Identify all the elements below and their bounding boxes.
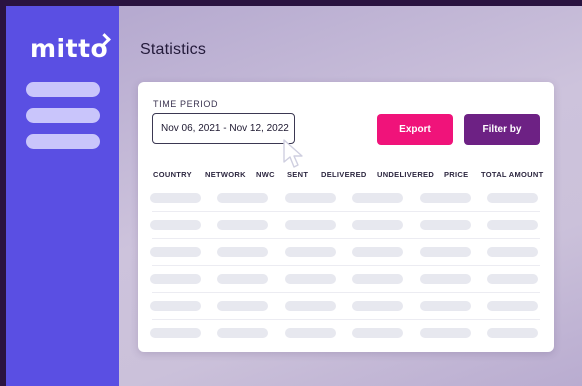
placeholder-cell (352, 193, 403, 203)
row-divider (152, 292, 540, 293)
placeholder-cell (285, 247, 336, 257)
column-header-network[interactable]: NETWORK (205, 170, 246, 179)
placeholder-cell (487, 328, 538, 338)
placeholder-cell (352, 220, 403, 230)
placeholder-cell (217, 220, 268, 230)
sidebar-item-3[interactable] (26, 134, 100, 149)
placeholder-cell (420, 301, 471, 311)
placeholder-cell (352, 328, 403, 338)
placeholder-cell (150, 247, 201, 257)
placeholder-cell (352, 274, 403, 284)
placeholder-cell (150, 193, 201, 203)
placeholder-cell (150, 274, 201, 284)
placeholder-cell (217, 301, 268, 311)
placeholder-cell (352, 301, 403, 311)
placeholder-cell (217, 274, 268, 284)
placeholder-cell (150, 220, 201, 230)
sidebar-item-2[interactable] (26, 108, 100, 123)
placeholder-cell (285, 220, 336, 230)
column-header-sent[interactable]: SENT (287, 170, 308, 179)
sidebar-item-1[interactable] (26, 82, 100, 97)
placeholder-cell (285, 193, 336, 203)
row-divider (152, 238, 540, 239)
time-period-label: TIME PERIOD (153, 99, 219, 109)
placeholder-cell (487, 301, 538, 311)
mouse-cursor-icon (283, 139, 303, 168)
placeholder-cell (420, 220, 471, 230)
placeholder-cell (285, 301, 336, 311)
column-header-undelivered[interactable]: UNDELIVERED (377, 170, 434, 179)
export-button[interactable]: Export (377, 114, 453, 145)
placeholder-cell (285, 328, 336, 338)
placeholder-cell (487, 247, 538, 257)
placeholder-cell (420, 247, 471, 257)
placeholder-cell (420, 193, 471, 203)
row-divider (152, 319, 540, 320)
column-header-nwc[interactable]: NWC (256, 170, 275, 179)
placeholder-cell (217, 193, 268, 203)
row-divider (152, 211, 540, 212)
placeholder-cell (420, 274, 471, 284)
placeholder-cell (217, 247, 268, 257)
placeholder-cell (217, 328, 268, 338)
statistics-card: TIME PERIOD Nov 06, 2021 - Nov 12, 2022 … (138, 82, 554, 352)
column-header-country[interactable]: COUNTRY (153, 170, 192, 179)
placeholder-cell (150, 328, 201, 338)
row-divider (152, 265, 540, 266)
page-title: Statistics (140, 41, 207, 58)
app-window: mitto Statistics TIME PERIOD Nov 06, 202… (6, 6, 582, 386)
column-header-delivered[interactable]: DELIVERED (321, 170, 367, 179)
column-header-total-amount[interactable]: TOTAL AMOUNT (481, 170, 543, 179)
filter-by-button[interactable]: Filter by (464, 114, 540, 145)
date-range-input[interactable]: Nov 06, 2021 - Nov 12, 2022 (152, 113, 295, 144)
sidebar: mitto (6, 6, 119, 386)
placeholder-cell (487, 274, 538, 284)
main-area: Statistics TIME PERIOD Nov 06, 2021 - No… (119, 6, 582, 386)
placeholder-cell (487, 193, 538, 203)
placeholder-cell (285, 274, 336, 284)
placeholder-cell (352, 247, 403, 257)
placeholder-cell (420, 328, 471, 338)
placeholder-cell (487, 220, 538, 230)
logo: mitto (30, 34, 109, 63)
placeholder-cell (150, 301, 201, 311)
column-header-price[interactable]: PRICE (444, 170, 468, 179)
